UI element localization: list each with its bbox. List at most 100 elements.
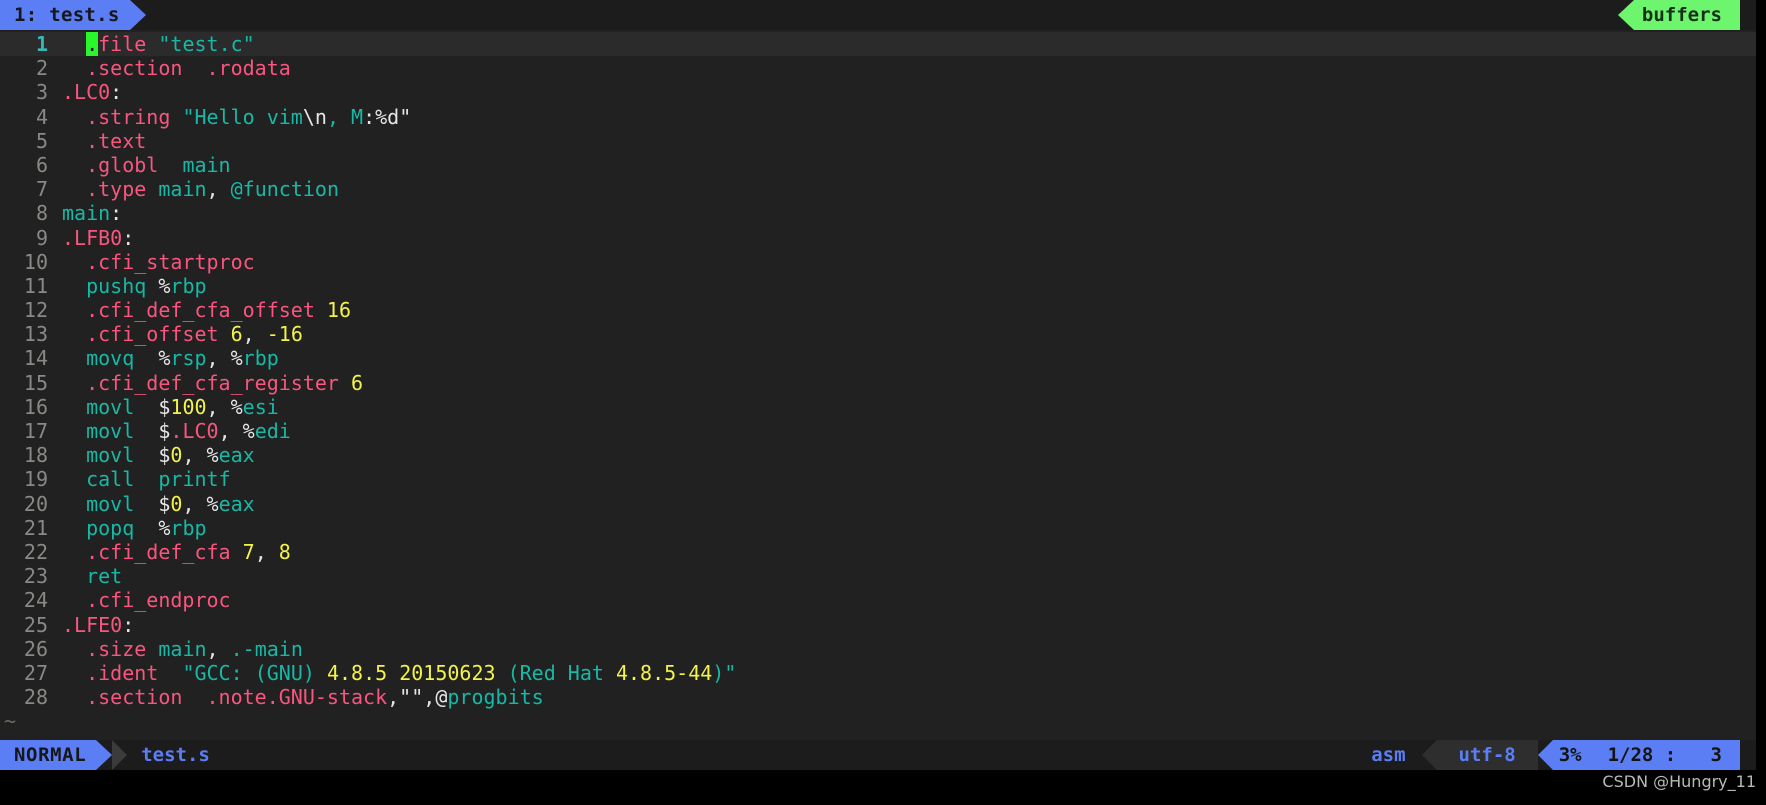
code-token: 8 — [278, 539, 291, 564]
statusline: NORMAL test.s asm utf-8 3% 1/28 : 3 — [0, 740, 1766, 770]
tilde-marker: ~ — [4, 709, 17, 734]
code-text: .globl main — [48, 153, 231, 177]
code-token: .LFB0 — [62, 225, 123, 250]
code-line[interactable]: 9 .LFB0: — [0, 226, 1766, 250]
line-number: 20 — [23, 491, 48, 516]
code-line[interactable]: 21 popq %rbp — [0, 516, 1766, 540]
code-line[interactable]: 18 movl $0, %eax — [0, 443, 1766, 467]
editor-area[interactable]: 1 .file "test.c" 2 .section .rodata 3 .LC0:… — [0, 30, 1766, 740]
code-line[interactable]: 25 .LFE0: — [0, 613, 1766, 637]
line-number: 28 — [23, 685, 48, 710]
line-number: 24 — [23, 588, 48, 613]
buffers-label: buffers — [1641, 4, 1722, 26]
code-text: .file "test.c" — [48, 32, 255, 56]
code-token: printf — [158, 467, 231, 492]
code-line[interactable]: 6 .globl main — [0, 153, 1766, 177]
code-text: main: — [48, 201, 122, 225]
line-number: 23 — [23, 564, 48, 589]
code-text: popq %rbp — [48, 515, 206, 540]
mode-separator-icon — [112, 740, 128, 770]
code-line[interactable]: 16 movl $100, %esi — [0, 395, 1766, 419]
code-token: esi — [242, 394, 279, 419]
code-token: .cfi_def_cfa_register — [86, 370, 339, 395]
code-token: : — [122, 225, 135, 250]
code-token: ) — [302, 660, 327, 685]
line-number: 2 — [35, 56, 48, 81]
code-line[interactable]: 11 pushq %rbp — [0, 274, 1766, 298]
code-token: .LC0 — [170, 419, 219, 443]
code-text: .type main, @function — [48, 177, 339, 201]
code-token: .cfi_startproc — [86, 249, 255, 274]
code-line[interactable]: 10 .cfi_startproc — [0, 250, 1766, 274]
code-token: % — [242, 419, 255, 443]
code-token: .section — [86, 685, 183, 710]
code-line[interactable]: 2 .section .rodata — [0, 56, 1766, 80]
line-number: 5 — [35, 128, 48, 153]
code-token: edi — [254, 419, 291, 443]
code-token: .globl — [86, 152, 159, 177]
mode-label: NORMAL — [14, 744, 87, 766]
code-token: .LC0 — [62, 80, 111, 105]
code-line[interactable]: 5 .text — [0, 129, 1766, 153]
code-line[interactable]: 12 .cfi_def_cfa_offset 16 — [0, 298, 1766, 322]
code-token: , — [182, 443, 207, 468]
code-token: .type — [86, 177, 147, 202]
code-text: .LC0: — [48, 80, 122, 104]
code-token: % — [206, 491, 219, 516]
code-line[interactable]: 23 ret — [0, 564, 1766, 588]
code-line[interactable]: 19 call printf — [0, 467, 1766, 491]
code-token: pushq — [86, 273, 147, 298]
csdn-watermark: CSDN @Hungry_11 — [1602, 772, 1756, 791]
code-line[interactable]: 13 .cfi_offset 6, -16 — [0, 322, 1766, 346]
code-token: main — [158, 636, 207, 661]
line-number: 25 — [23, 612, 48, 637]
code-line[interactable]: 7 .type main, @function — [0, 177, 1766, 201]
buffers-button[interactable]: buffers — [1617, 0, 1740, 30]
code-line[interactable]: 28 .section .note.GNU-stack,"",@progbits — [0, 685, 1766, 709]
tab-test-s[interactable]: 1: test.s — [0, 0, 146, 30]
line-number: 1 — [35, 32, 48, 56]
code-line[interactable]: 14 movq %rsp, %rbp — [0, 346, 1766, 370]
code-token: 6 — [351, 370, 364, 395]
code-token: .section — [86, 56, 183, 81]
right-border — [1756, 0, 1766, 805]
code-token: .string — [86, 104, 171, 129]
code-line[interactable]: 4 .string "Hello vim\n, M:%d" — [0, 105, 1766, 129]
code-token: eax — [218, 491, 255, 516]
code-token: ( — [254, 660, 267, 685]
code-line[interactable]: 1 .file "test.c" — [0, 32, 1766, 57]
line-number: 26 — [23, 636, 48, 661]
code-token: 0 — [170, 491, 183, 516]
code-line[interactable]: 15 .cfi_def_cfa_register 6 — [0, 371, 1766, 395]
code-line[interactable]: 20 movl $0, %eax — [0, 492, 1766, 516]
line-number: 7 — [35, 177, 48, 202]
code-token: popq — [86, 515, 135, 540]
code-text: call printf — [48, 467, 231, 491]
code-line[interactable]: 26 .size main, .-main — [0, 637, 1766, 661]
code-text: .cfi_endproc — [48, 588, 231, 612]
code-token: :%d" — [363, 104, 412, 129]
code-line[interactable]: 27 .ident "GCC: (GNU) 4.8.5 20150623 (Re… — [0, 661, 1766, 685]
code-line[interactable]: 24 .cfi_endproc — [0, 588, 1766, 612]
line-number: 6 — [35, 152, 48, 177]
code-line[interactable]: 22 .cfi_def_cfa 7, 8 — [0, 540, 1766, 564]
code-line[interactable]: 8 main: — [0, 201, 1766, 225]
code-line[interactable]: 17 movl $.LC0, %edi — [0, 419, 1766, 443]
code-line[interactable]: 3 .LC0: — [0, 80, 1766, 104]
code-token: progbits — [447, 685, 544, 710]
encoding-label: utf-8 — [1458, 744, 1516, 766]
text-cursor: . — [86, 32, 99, 56]
filename-label: test.s — [141, 744, 210, 766]
code-token: @ — [435, 685, 448, 710]
code-text: .text — [48, 129, 146, 153]
code-token: $ — [158, 443, 171, 468]
line-number: 11 — [23, 273, 48, 298]
